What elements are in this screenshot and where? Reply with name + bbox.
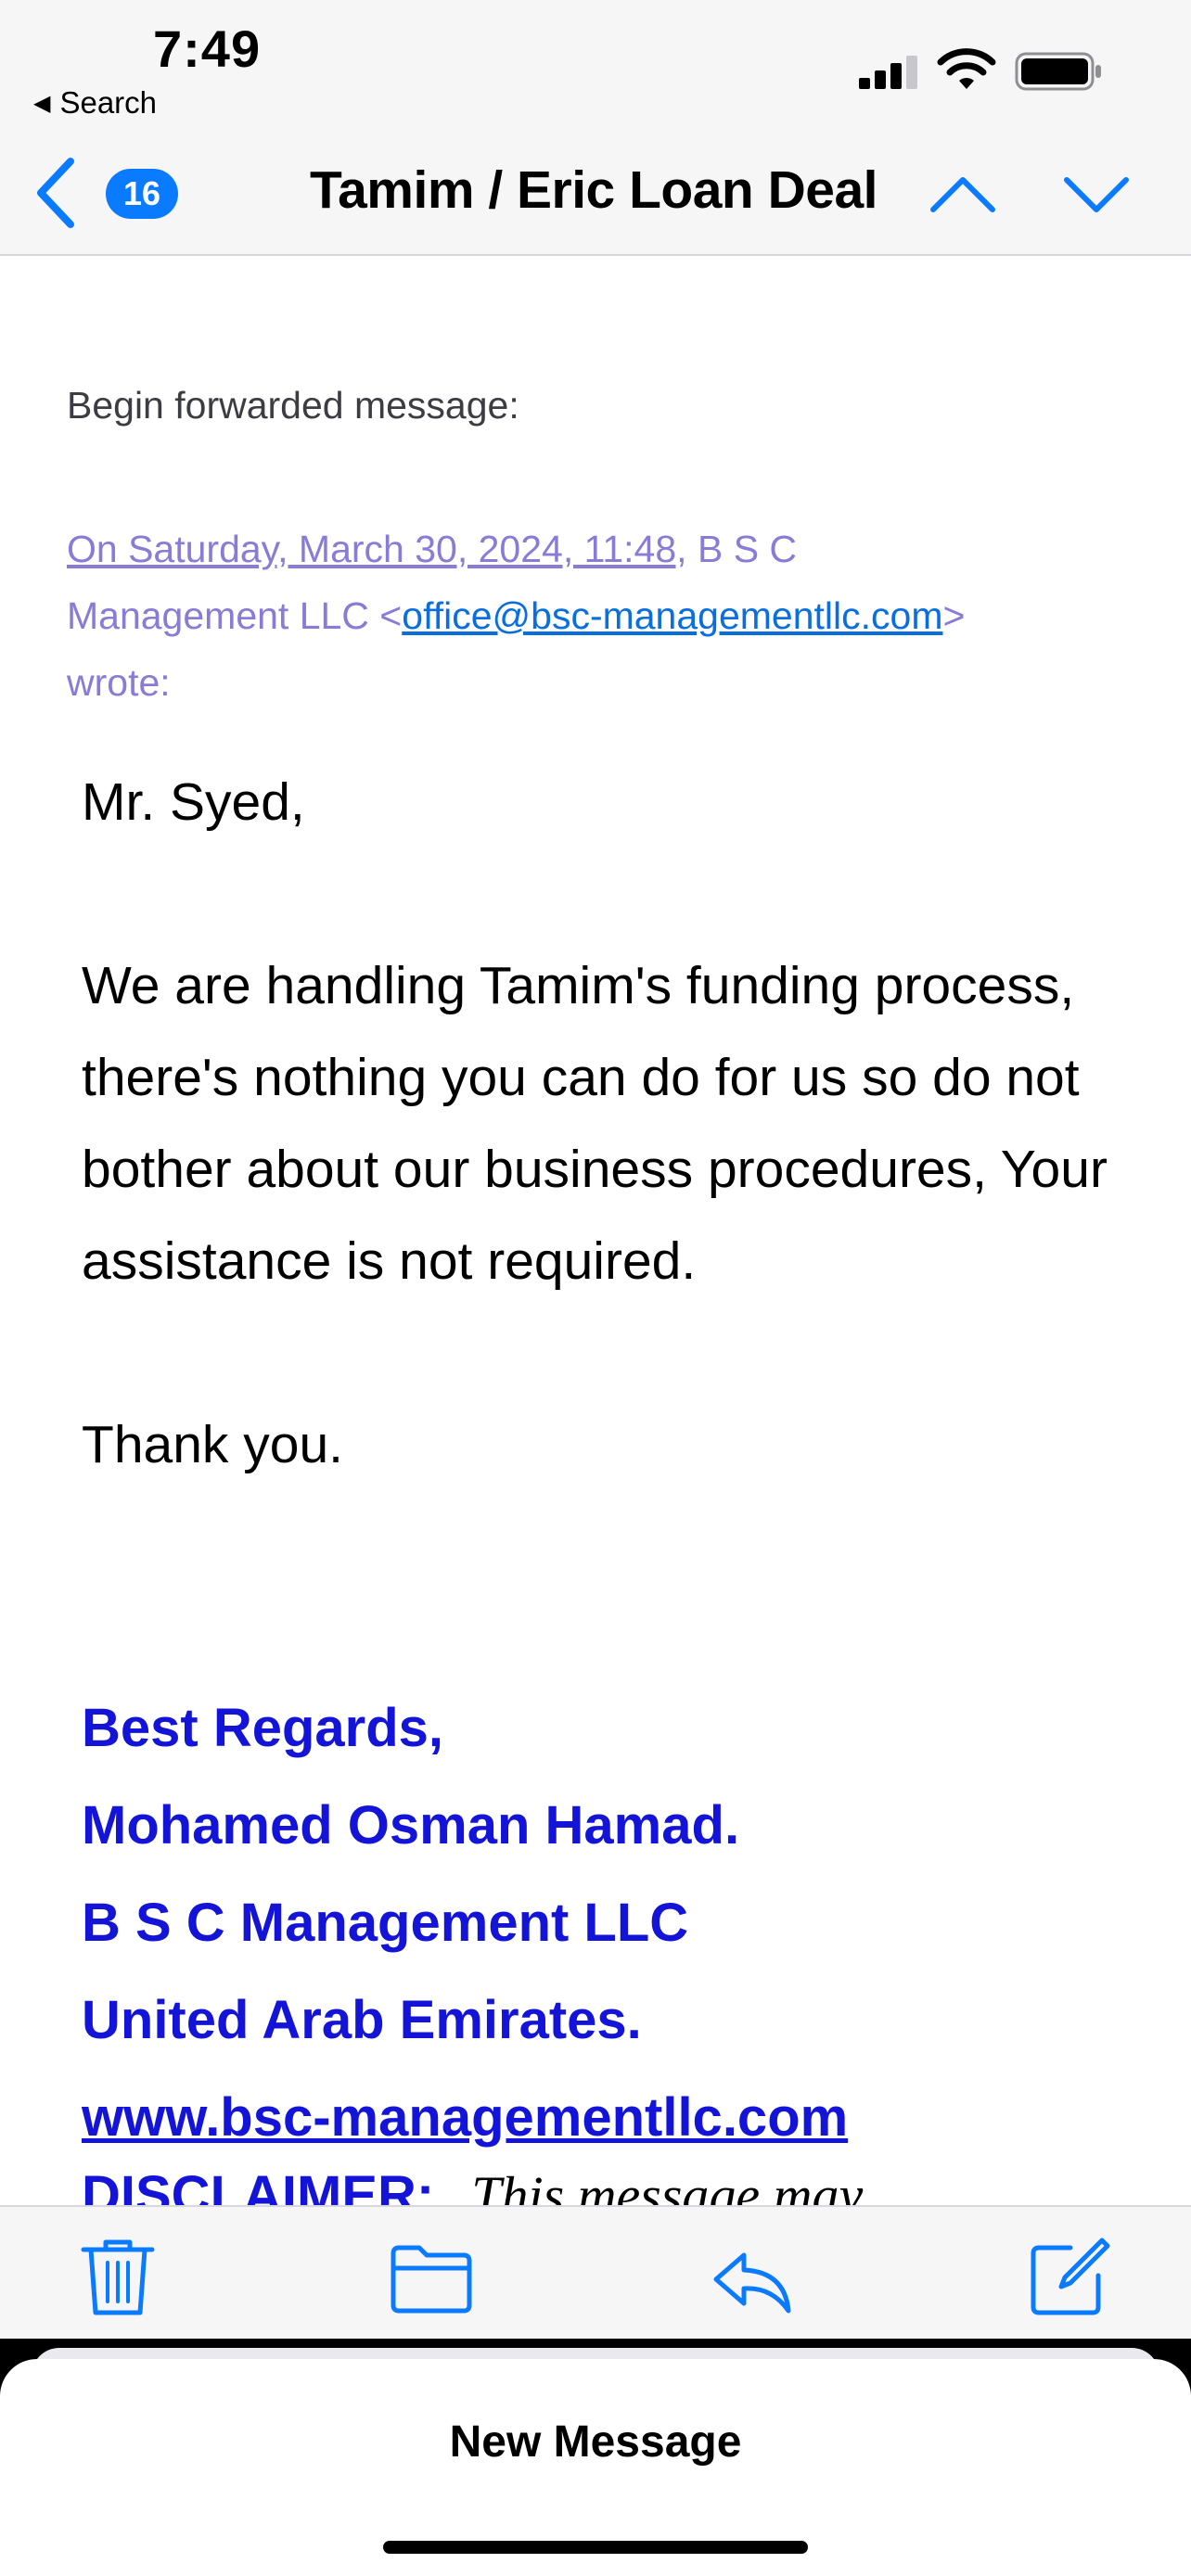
chevron-down-icon[interactable] xyxy=(1061,171,1132,219)
signature-name: Mohamed Osman Hamad. xyxy=(82,1795,740,1855)
folder-icon[interactable] xyxy=(390,2235,473,2318)
chevron-up-icon[interactable] xyxy=(928,171,998,219)
back-triangle-icon: ◀ xyxy=(33,90,51,116)
thread-title: Tamim / Eric Loan Deal xyxy=(310,160,877,220)
reply-icon[interactable] xyxy=(711,2235,794,2318)
cellular-signal-icon xyxy=(859,56,917,89)
forward-sender-start: B S C xyxy=(686,528,798,570)
back-to-search-button[interactable]: ◀ Search xyxy=(33,85,157,121)
email-paragraph: We are handling Tamim's funding process,… xyxy=(82,956,1108,1291)
email-text: Mr. Syed, We are handling Tamim's fundin… xyxy=(82,757,1139,1491)
signature-regards: Best Regards, xyxy=(82,1698,444,1758)
wifi-icon xyxy=(937,48,996,89)
email-thanks: Thank you. xyxy=(82,1415,343,1474)
battery-icon xyxy=(1015,52,1101,91)
disclaimer: DISCLAIMER: This message may xyxy=(82,2164,863,2207)
email-greeting: Mr. Syed, xyxy=(82,772,305,832)
signature-website-link[interactable]: www.bsc-managementllc.com xyxy=(82,2069,1158,2166)
message-body[interactable]: Begin forwarded message: On Saturday, Ma… xyxy=(0,256,1191,2207)
forwarded-message-label: Begin forwarded message: xyxy=(67,384,519,427)
disclaimer-text: This message may xyxy=(471,2165,864,2207)
home-indicator[interactable] xyxy=(383,2541,808,2554)
forward-sender-end: Management LLC < xyxy=(67,594,403,637)
new-message-sheet[interactable]: New Message xyxy=(0,2359,1191,2576)
email-signature: Best Regards, Mohamed Osman Hamad. B S C… xyxy=(82,1679,1158,2166)
unread-count-badge[interactable]: 16 xyxy=(106,169,178,219)
forward-email-close: > xyxy=(942,594,966,637)
chevron-left-icon[interactable] xyxy=(33,156,80,230)
sender-email-link[interactable]: office@bsc-managementllc.com xyxy=(402,594,942,637)
signature-country: United Arab Emirates. xyxy=(82,1990,642,2050)
new-message-title[interactable]: New Message xyxy=(0,2417,1191,2468)
back-app-label: Search xyxy=(59,85,158,120)
signature-company: B S C Management LLC xyxy=(82,1893,689,1953)
compose-icon[interactable] xyxy=(1028,2235,1111,2318)
trash-icon[interactable] xyxy=(76,2235,160,2318)
disclaimer-label: DISCLAIMER: xyxy=(82,2165,435,2207)
status-bar: 7:49 ◀ Search xyxy=(0,0,1191,139)
forward-header: On Saturday, March 30, 2024, 11:48, B S … xyxy=(67,516,1161,716)
forward-wrote: wrote: xyxy=(67,661,171,704)
status-time: 7:49 xyxy=(153,19,262,78)
forward-date-link[interactable]: On Saturday, March 30, 2024, 11:48, xyxy=(67,528,687,570)
message-nav-bar: 16 Tamim / Eric Loan Deal xyxy=(0,139,1191,256)
message-toolbar xyxy=(0,2205,1191,2340)
